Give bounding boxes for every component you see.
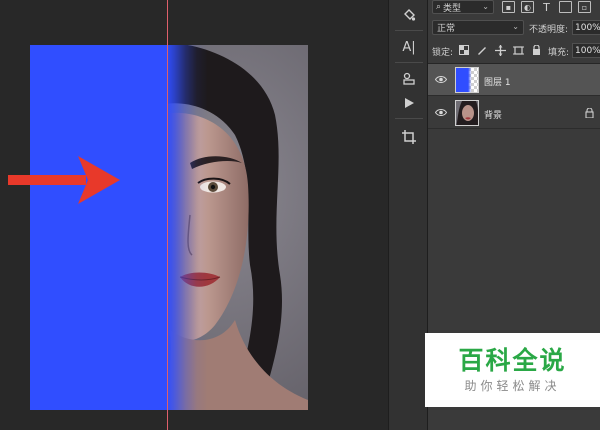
opacity-input[interactable]: 100% [572,20,600,35]
blend-mode-select[interactable]: 正常 ⌄ [432,20,524,35]
layer-filter-row: ⌕ 类型 ⌄ ▪ ◐ T ▫ [428,0,600,16]
right-arrow-icon [8,156,120,204]
character-icon[interactable]: A| [397,36,421,58]
fill-label: 填充: [548,48,570,58]
layer-thumbnail[interactable] [455,67,479,93]
shape-filter-icon[interactable] [559,1,572,13]
blue-gradient-layer [30,45,308,410]
document-canvas[interactable] [30,45,308,410]
paint-bucket-icon[interactable] [397,4,421,26]
opacity-label: 不透明度: [529,25,569,35]
adjustment-filter-icon[interactable]: ◐ [521,1,534,13]
play-actions-icon[interactable] [397,92,421,114]
blend-row: 正常 ⌄ 不透明度: 100% [428,20,600,36]
eye-icon[interactable] [435,75,447,84]
chevron-down-icon: ⌄ [512,22,519,31]
blend-mode-value: 正常 [437,24,456,34]
layer-row-background[interactable]: 背景 [428,97,600,129]
chevron-down-icon: ⌄ [482,2,489,11]
eye-icon[interactable] [435,108,447,117]
image-filter-icon[interactable]: ▪ [502,1,515,13]
lock-row: 锁定: 填充: 100% [428,43,600,59]
layer-name: 背景 [484,111,503,121]
layer-filter-kind-select[interactable]: ⌕ 类型 ⌄ [432,0,494,14]
watermark-logo: 百科全说 助你轻松解决 [425,333,600,407]
lock-position-icon[interactable] [494,44,506,56]
lock-image-pixels-icon[interactable] [476,44,488,56]
watermark-title: 百科全说 [458,346,567,375]
layer-name: 图层 1 [484,78,511,88]
character-label: A| [402,39,416,55]
fill-input[interactable]: 100% [572,43,600,58]
lock-icon [585,108,594,118]
lock-label: 锁定: [432,48,454,58]
vertical-guide-line[interactable] [167,0,168,430]
filter-kind-label: 类型 [443,3,462,14]
properties-icon[interactable] [397,68,421,90]
search-icon: ⌕ [436,2,442,12]
lock-all-icon[interactable] [530,44,542,56]
lock-artboard-icon[interactable] [512,44,524,56]
panel-tool-strip: A| [388,0,428,430]
lock-transparent-pixels-icon[interactable] [458,44,470,56]
layer-thumbnail[interactable] [455,100,479,126]
crop-icon[interactable] [397,126,421,148]
layer-row-layer-1[interactable]: 图层 1 [428,64,600,96]
smart-object-filter-icon[interactable]: ▫ [578,1,591,13]
canvas-area[interactable] [0,0,388,430]
type-filter-icon[interactable]: T [540,1,553,14]
watermark-subtitle: 助你轻松解决 [464,379,561,393]
